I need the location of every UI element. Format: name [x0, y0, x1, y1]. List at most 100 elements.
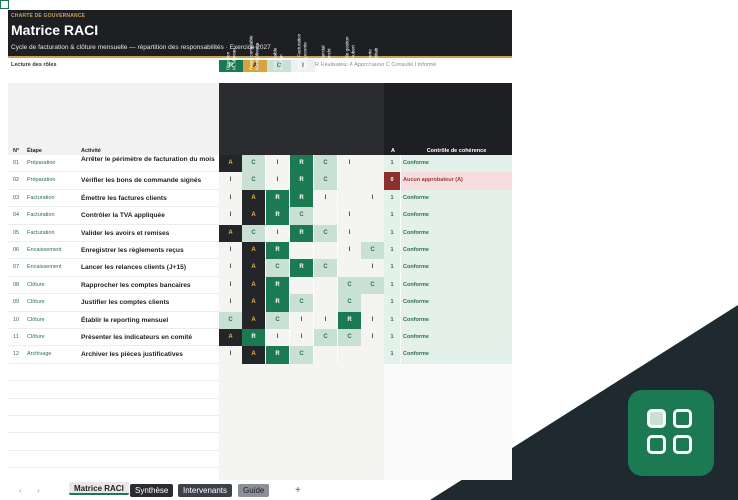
raci-cell[interactable]	[314, 294, 337, 312]
empty-row[interactable]	[8, 468, 512, 480]
raci-cell[interactable]	[361, 224, 384, 242]
raci-cell[interactable]: A	[242, 242, 265, 260]
raci-cell[interactable]	[290, 276, 313, 295]
raci-cell[interactable]: I	[290, 311, 313, 329]
raci-cell[interactable]: I	[219, 294, 242, 312]
raci-cell[interactable]: C	[290, 346, 313, 364]
table-row[interactable]: 12 Archivage Archiver les pièces justifica…	[8, 346, 512, 364]
raci-cell[interactable]: I	[219, 189, 242, 208]
raci-cell[interactable]: A	[219, 155, 242, 173]
raci-cell[interactable]: C	[314, 224, 337, 242]
raci-cell[interactable]: R	[290, 155, 313, 173]
raci-cell[interactable]: I	[338, 242, 361, 260]
raci-cell[interactable]: C	[290, 294, 313, 312]
raci-cell[interactable]: R	[242, 329, 265, 347]
raci-cell[interactable]: R	[290, 259, 313, 277]
raci-cell[interactable]: I	[338, 207, 361, 225]
table-row[interactable]: 05 Facturation Valider les avoirs et remis…	[8, 224, 512, 242]
raci-cell[interactable]: A	[219, 329, 242, 347]
empty-row[interactable]	[8, 381, 512, 399]
empty-row[interactable]	[8, 398, 512, 416]
raci-cell[interactable]: A	[242, 311, 265, 329]
tab-nav-prev[interactable]: ‹	[14, 484, 27, 497]
raci-cell[interactable]: C	[266, 311, 289, 329]
table-row[interactable]: 06 Encaissement Enregistrer les règlements…	[8, 242, 512, 260]
raci-cell[interactable]: I	[314, 311, 337, 329]
raci-cell[interactable]: C	[314, 172, 337, 190]
raci-cell[interactable]: A	[242, 346, 265, 364]
raci-cell[interactable]: C	[242, 155, 265, 173]
raci-cell[interactable]: A	[242, 259, 265, 277]
table-row[interactable]: 11 Clôture Présenter les indicateurs en co…	[8, 329, 512, 347]
raci-cell[interactable]	[338, 172, 361, 190]
raci-cell[interactable]: I	[314, 189, 337, 208]
raci-cell[interactable]: I	[338, 224, 361, 242]
raci-cell[interactable]: R	[266, 346, 289, 364]
raci-cell[interactable]: C	[361, 242, 384, 260]
raci-cell[interactable]: A	[219, 224, 242, 242]
table-row[interactable]: 04 Facturation Contrôler la TVA appliquée I…	[8, 207, 512, 225]
raci-cell[interactable]	[314, 276, 337, 295]
raci-cell[interactable]: R	[266, 294, 289, 312]
empty-row[interactable]	[8, 363, 512, 382]
table-row[interactable]: 02 Préparation Vérifier les bons de comman…	[8, 172, 512, 190]
raci-cell[interactable]: I	[266, 224, 289, 242]
table-row[interactable]: 10 Clôture Établir le reporting mensuel C A C…	[8, 311, 512, 329]
raci-cell[interactable]: R	[266, 207, 289, 225]
tab-synthese[interactable]: Synthèse	[130, 484, 174, 497]
raci-cell[interactable]	[361, 294, 384, 312]
raci-cell[interactable]: I	[219, 346, 242, 364]
raci-cell[interactable]: I	[361, 311, 384, 329]
raci-cell[interactable]: I	[219, 259, 242, 277]
tab-guide[interactable]: Guide	[238, 484, 270, 497]
raci-cell[interactable]: I	[290, 329, 313, 347]
raci-cell[interactable]: C	[314, 155, 337, 173]
raci-cell[interactable]: C	[266, 259, 289, 277]
raci-cell[interactable]: I	[361, 329, 384, 347]
empty-row[interactable]	[8, 450, 512, 469]
raci-cell[interactable]: I	[266, 329, 289, 347]
empty-row[interactable]	[8, 433, 512, 451]
raci-cell[interactable]: I	[266, 155, 289, 173]
tab-intervenants[interactable]: Intervenants	[178, 484, 233, 497]
raci-cell[interactable]: C	[242, 172, 265, 190]
raci-cell[interactable]: R	[338, 311, 361, 329]
raci-cell[interactable]: R	[266, 276, 289, 295]
raci-cell[interactable]: R	[266, 189, 289, 208]
raci-cell[interactable]	[314, 242, 337, 260]
raci-cell[interactable]: I	[266, 172, 289, 190]
raci-cell[interactable]: C	[338, 276, 361, 295]
raci-cell[interactable]	[338, 259, 361, 277]
table-row[interactable]: 09 Clôture Justifier les comptes clients I A…	[8, 294, 512, 312]
tab-nav-next[interactable]: ›	[32, 484, 45, 497]
raci-cell[interactable]: A	[242, 294, 265, 312]
table-row[interactable]: 03 Facturation Émettre les factures client…	[8, 189, 512, 208]
raci-cell[interactable]: C	[361, 276, 384, 295]
raci-cell[interactable]: I	[219, 207, 242, 225]
raci-cell[interactable]: I	[219, 242, 242, 260]
raci-cell[interactable]	[338, 346, 361, 364]
table-row[interactable]: 01 Préparation Arrêter le périmètre de fac…	[8, 155, 512, 173]
empty-row[interactable]	[8, 416, 512, 434]
table-row[interactable]: 07 Encaissement Lancer les relances client…	[8, 259, 512, 277]
raci-cell[interactable]: R	[290, 224, 313, 242]
tab-matrice-raci[interactable]: Matrice RACI	[69, 482, 129, 495]
raci-cell[interactable]	[361, 346, 384, 364]
raci-cell[interactable]: I	[219, 276, 242, 295]
raci-cell[interactable]: C	[219, 311, 242, 329]
raci-cell[interactable]: A	[242, 189, 265, 208]
table-row[interactable]: 08 Clôture Rapprocher les comptes bancaire…	[8, 276, 512, 295]
raci-cell[interactable]: I	[361, 189, 384, 208]
raci-cell[interactable]	[361, 172, 384, 190]
raci-cell[interactable]: I	[361, 259, 384, 277]
raci-cell[interactable]: I	[219, 172, 242, 190]
cell-cursor[interactable]	[0, 0, 9, 9]
raci-cell[interactable]	[338, 189, 361, 208]
raci-cell[interactable]: R	[290, 172, 313, 190]
raci-cell[interactable]: C	[242, 224, 265, 242]
raci-cell[interactable]: C	[338, 294, 361, 312]
raci-cell[interactable]	[314, 207, 337, 225]
raci-cell[interactable]	[314, 346, 337, 364]
raci-cell[interactable]: C	[290, 207, 313, 225]
raci-cell[interactable]: C	[338, 329, 361, 347]
